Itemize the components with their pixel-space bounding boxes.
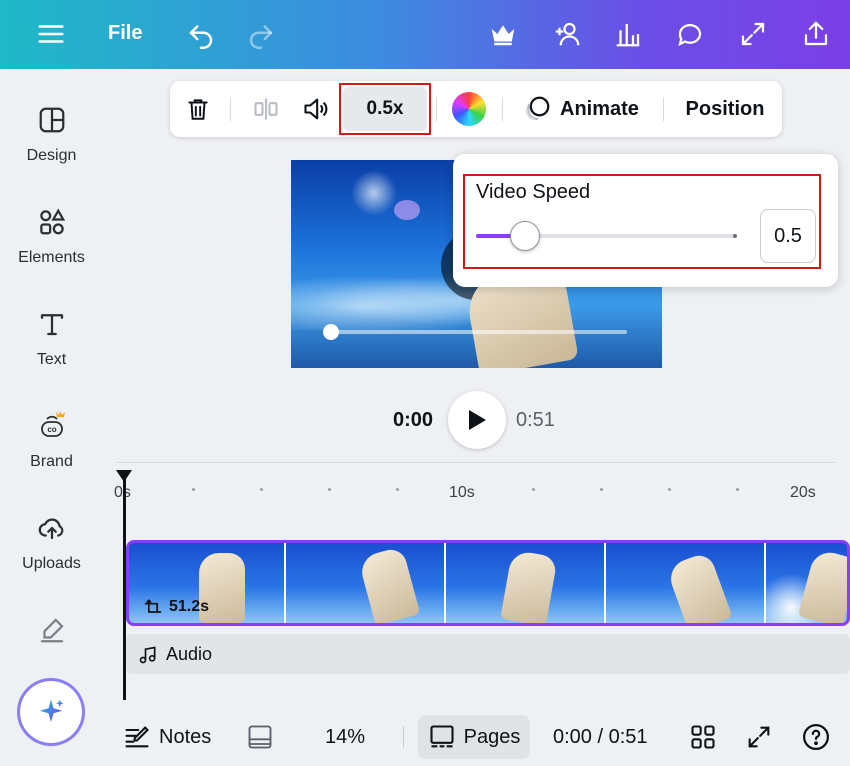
clip-frame	[446, 543, 606, 623]
sidebar-item-elements[interactable]: Elements	[0, 201, 103, 291]
position-label: Position	[685, 97, 765, 120]
animate-button[interactable]: Animate	[522, 81, 646, 137]
sidebar-item-uploads[interactable]: Uploads	[0, 507, 103, 597]
volume-icon[interactable]	[298, 81, 334, 137]
pages-icon	[430, 725, 454, 748]
clip-frame	[606, 543, 766, 623]
timeline-divider	[117, 462, 835, 463]
sidebar-item-label: Text	[36, 351, 67, 368]
clip-duration: 51.2s	[143, 597, 209, 617]
ruler-tick	[192, 488, 195, 491]
sidebar-item-brand[interactable]: co Brand	[0, 405, 103, 495]
top-bar: File	[0, 0, 850, 69]
context-toolbar: 0.5x Animate Position	[170, 81, 782, 137]
brand-icon: co	[40, 411, 65, 437]
fullscreen-present-icon[interactable]	[745, 715, 773, 759]
video-speed-highlight	[463, 174, 821, 269]
ruler-tick	[260, 488, 263, 491]
ruler-tick	[532, 488, 535, 491]
play-button[interactable]	[448, 391, 506, 449]
crown-icon[interactable]	[485, 16, 521, 52]
delete-icon[interactable]	[180, 81, 216, 137]
sidebar: Design Elements Text co Brand Uploads	[0, 69, 103, 766]
video-scrubber-knob[interactable]	[323, 324, 339, 340]
timeline-toggle-icon[interactable]	[246, 715, 274, 759]
notes-button[interactable]: Notes	[123, 715, 211, 759]
design-icon	[39, 107, 64, 133]
ruler-tick	[736, 488, 739, 491]
ruler-tick	[396, 488, 399, 491]
clip-frame	[286, 543, 446, 623]
lens-flare	[394, 200, 420, 220]
sidebar-item-label: Brand	[30, 453, 73, 470]
lens-flare	[351, 170, 397, 216]
current-time: 0:00	[393, 409, 434, 431]
pages-button[interactable]: Pages	[418, 715, 530, 759]
help-icon[interactable]	[801, 715, 831, 759]
notes-icon	[125, 726, 149, 748]
ruler-label: 10s	[449, 484, 475, 501]
video-scrubber[interactable]	[331, 330, 627, 334]
insights-icon[interactable]	[610, 16, 646, 52]
comment-icon[interactable]	[672, 16, 708, 52]
pages-label: Pages	[463, 725, 521, 748]
undo-icon[interactable]	[183, 16, 219, 52]
video-clip[interactable]: 51.2s	[126, 540, 850, 626]
play-icon	[469, 410, 486, 430]
loop-icon	[144, 599, 162, 613]
share-people-icon[interactable]	[549, 16, 585, 52]
fullscreen-icon[interactable]	[735, 16, 771, 52]
animate-icon	[525, 96, 550, 121]
export-icon[interactable]	[798, 16, 834, 52]
clip-duration-label: 51.2s	[169, 598, 210, 615]
sidebar-item-text[interactable]: Text	[0, 303, 103, 393]
music-note-icon	[139, 646, 156, 663]
footer-divider	[403, 726, 404, 748]
playhead[interactable]	[123, 478, 126, 700]
ruler-tick	[600, 488, 603, 491]
footer-time: 0:00 / 0:51	[553, 725, 648, 748]
sidebar-item-label: Elements	[18, 249, 85, 266]
sparkle-icon	[39, 699, 64, 722]
audio-track[interactable]: Audio	[126, 634, 850, 674]
sidebar-item-label: Uploads	[22, 555, 81, 572]
animate-label: Animate	[560, 97, 639, 120]
playhead-handle[interactable]	[116, 470, 132, 482]
zoom-level[interactable]: 14%	[325, 715, 365, 759]
magic-button[interactable]	[20, 681, 82, 743]
total-time: 0:51	[516, 409, 555, 431]
draw-icon	[40, 618, 64, 643]
uploads-icon	[38, 518, 63, 540]
svg-text:co: co	[47, 425, 56, 434]
menu-icon[interactable]	[33, 16, 69, 52]
video-speed-popover: Video Speed 0.5	[453, 154, 838, 287]
notes-label: Notes	[159, 725, 212, 748]
position-button[interactable]: Position	[675, 81, 775, 137]
sidebar-item-label: Design	[26, 147, 77, 164]
elements-icon	[39, 208, 65, 235]
grid-view-icon[interactable]	[689, 715, 717, 759]
color-wheel-icon[interactable]	[451, 81, 487, 137]
ruler-tick	[328, 488, 331, 491]
clip-frame	[766, 543, 847, 623]
text-icon	[40, 314, 63, 336]
ruler-label: 20s	[790, 484, 816, 501]
sidebar-item-design[interactable]: Design	[0, 99, 103, 189]
speed-button-highlight	[339, 83, 431, 135]
redo-icon[interactable]	[243, 16, 279, 52]
ruler-tick	[668, 488, 671, 491]
audio-label: Audio	[166, 644, 213, 664]
file-menu[interactable]: File	[108, 22, 142, 45]
flip-icon[interactable]	[248, 81, 284, 137]
